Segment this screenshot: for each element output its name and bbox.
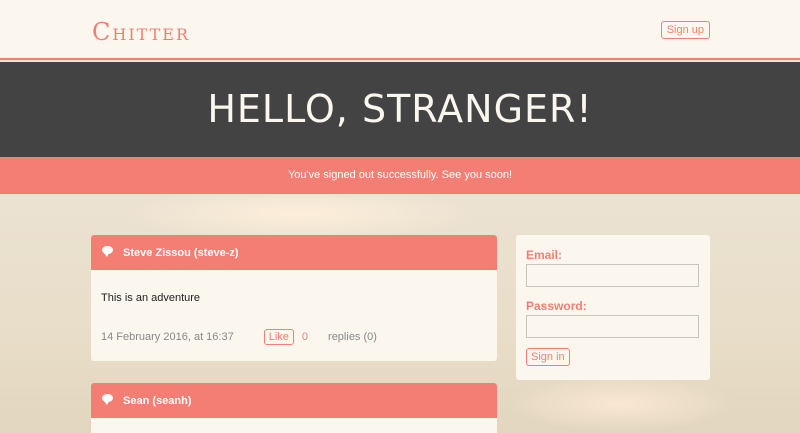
peep-card: Sean (seanh)	[91, 383, 497, 433]
speech-bubble-icon	[102, 393, 113, 405]
signin-button[interactable]: Sign in	[526, 348, 570, 366]
hero-banner: HELLO, STRANGER!	[0, 62, 800, 157]
password-field[interactable]	[526, 315, 699, 338]
signup-button[interactable]: Sign up	[660, 21, 710, 39]
peep-author: Steve Zissou (steve-z)	[123, 246, 239, 259]
peep-header: Sean (seanh)	[91, 383, 497, 418]
like-button[interactable]: Like	[263, 329, 294, 345]
peep-author: Sean (seanh)	[123, 394, 192, 407]
email-field[interactable]	[526, 264, 699, 287]
email-label: Email:	[526, 248, 563, 262]
replies-link[interactable]: replies (0)	[328, 331, 377, 343]
chitter-logo[interactable]: CHITTER	[92, 18, 190, 46]
peep-header: Steve Zissou (steve-z)	[91, 235, 497, 270]
password-label: Password:	[526, 299, 587, 313]
peep-message: This is an adventure	[101, 292, 201, 304]
top-navbar: CHITTER Sign up	[0, 0, 800, 60]
hero-title: HELLO, STRANGER!	[207, 87, 593, 131]
login-form: Email: Password: Sign in	[516, 235, 710, 380]
peep-card: Steve Zissou (steve-z) This is an advent…	[91, 235, 497, 361]
flash-message: You've signed out successfully. See you …	[0, 157, 800, 194]
speech-bubble-icon	[102, 245, 113, 257]
peep-timestamp: 14 February 2016, at 16:37	[101, 331, 234, 343]
like-count: 0	[301, 331, 309, 343]
